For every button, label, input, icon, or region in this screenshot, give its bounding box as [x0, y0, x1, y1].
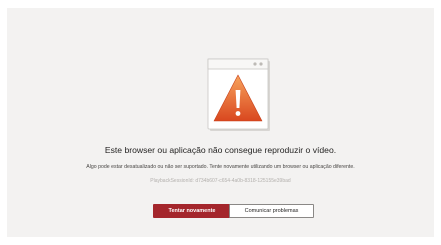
- error-description: Algo pode estar desatualizado ou não ser…: [86, 164, 355, 170]
- retry-button[interactable]: Tentar novamente: [153, 204, 231, 218]
- browser-window-warning-icon: [204, 57, 276, 135]
- playback-session-id: PlaybackSessionId: d734b607-c654-4a0b-83…: [150, 178, 291, 184]
- error-panel: Este browser ou aplicação não consegue r…: [7, 8, 434, 237]
- page: Este browser ou aplicação não consegue r…: [0, 0, 441, 245]
- error-title: Este browser ou aplicação não consegue r…: [104, 145, 337, 155]
- report-problem-button[interactable]: Comunicar problemas: [229, 204, 314, 218]
